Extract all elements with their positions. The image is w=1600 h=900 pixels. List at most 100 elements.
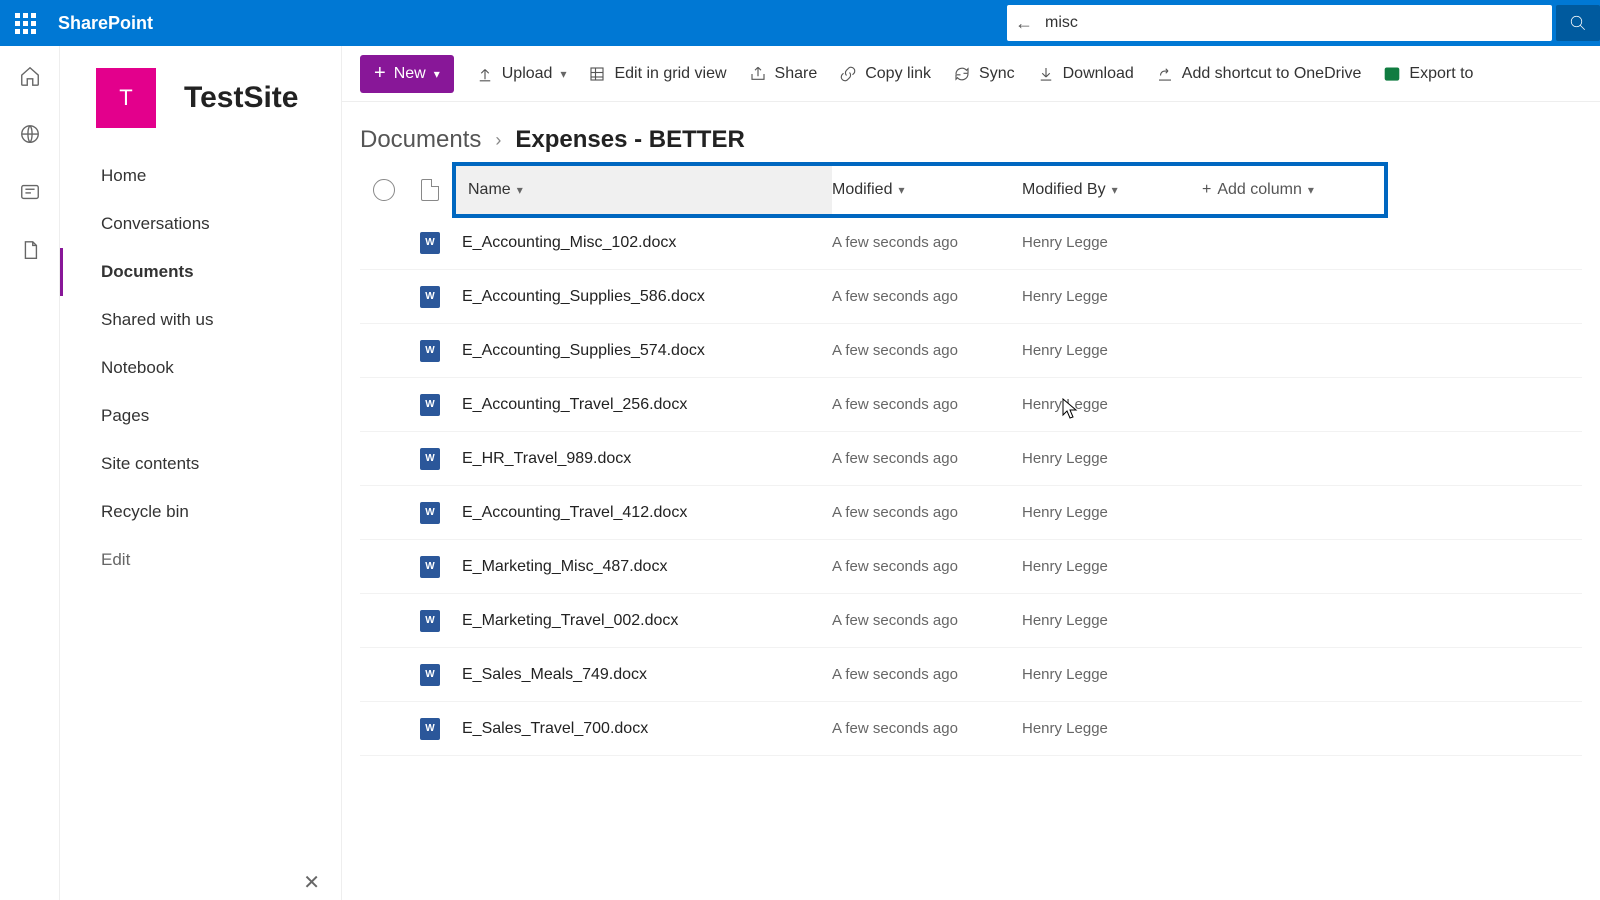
share-button[interactable]: Share [749, 65, 818, 83]
table-row[interactable]: E_Accounting_Misc_102.docxA few seconds … [360, 216, 1582, 270]
file-name[interactable]: E_Accounting_Supplies_574.docx [452, 342, 832, 360]
file-modified-by: Henry Legge [1022, 450, 1202, 467]
search-input[interactable] [1045, 14, 1544, 32]
word-icon [420, 448, 440, 470]
panel-close: ✕ [60, 870, 340, 900]
table-row[interactable]: E_Marketing_Misc_487.docxA few seconds a… [360, 540, 1582, 594]
chevron-right-icon: › [495, 130, 501, 151]
file-modified: A few seconds ago [832, 612, 1022, 629]
add-column-button[interactable]: + Add column ▾ [1202, 181, 1314, 199]
site-title[interactable]: TestSite [184, 81, 298, 115]
search-button[interactable] [1556, 5, 1600, 41]
file-name[interactable]: E_Marketing_Travel_002.docx [452, 612, 832, 630]
site-logo[interactable]: T [96, 68, 156, 128]
plus-icon: + [374, 62, 386, 85]
upload-label: Upload [502, 65, 553, 83]
shortcut-icon [1156, 65, 1174, 83]
nav-item-recycle-bin[interactable]: Recycle bin [60, 488, 341, 536]
close-icon[interactable]: ✕ [303, 870, 320, 900]
chevron-down-icon: ▾ [517, 183, 523, 197]
file-modified-by: Henry Legge [1022, 396, 1202, 413]
nav-item-pages[interactable]: Pages [60, 392, 341, 440]
chevron-down-icon: ▾ [434, 67, 440, 81]
rail-globe-button[interactable] [18, 122, 42, 146]
upload-button[interactable]: Upload ▾ [476, 65, 567, 83]
file-name[interactable]: E_Sales_Travel_700.docx [452, 720, 832, 738]
add-shortcut-button[interactable]: Add shortcut to OneDrive [1156, 65, 1362, 83]
table-row[interactable]: E_Sales_Travel_700.docxA few seconds ago… [360, 702, 1582, 756]
file-name[interactable]: E_HR_Travel_989.docx [452, 450, 832, 468]
rail-news-button[interactable] [18, 180, 42, 204]
search-back-icon[interactable]: ← [1015, 13, 1033, 34]
app-rail [0, 46, 60, 900]
nav-item-documents[interactable]: Documents [60, 248, 341, 296]
copy-link-button[interactable]: Copy link [839, 65, 931, 83]
chevron-down-icon: ▾ [560, 67, 566, 81]
column-type[interactable] [408, 179, 452, 201]
nav-item-notebook[interactable]: Notebook [60, 344, 341, 392]
table-row[interactable]: E_Accounting_Travel_256.docxA few second… [360, 378, 1582, 432]
file-name[interactable]: E_Marketing_Misc_487.docx [452, 558, 832, 576]
nav-item-conversations[interactable]: Conversations [60, 200, 341, 248]
table-row[interactable]: E_Sales_Meals_749.docxA few seconds agoH… [360, 648, 1582, 702]
nav-item-site-contents[interactable]: Site contents [60, 440, 341, 488]
table-row[interactable]: E_Accounting_Travel_412.docxA few second… [360, 486, 1582, 540]
link-icon [839, 65, 857, 83]
file-modified: A few seconds ago [832, 558, 1022, 575]
download-button[interactable]: Download [1037, 65, 1134, 83]
table-row[interactable]: E_Accounting_Supplies_574.docxA few seco… [360, 324, 1582, 378]
left-nav: T TestSite HomeConversationsDocumentsSha… [60, 46, 342, 900]
add-column-label: Add column [1217, 181, 1302, 199]
file-modified-by: Henry Legge [1022, 342, 1202, 359]
new-button[interactable]: + New ▾ [360, 55, 454, 93]
column-modified-label: Modified [832, 181, 892, 199]
nav-item-shared-with-us[interactable]: Shared with us [60, 296, 341, 344]
sync-button[interactable]: Sync [953, 65, 1015, 83]
table-row[interactable]: E_Marketing_Travel_002.docxA few seconds… [360, 594, 1582, 648]
word-icon [420, 502, 440, 524]
file-modified-by: Henry Legge [1022, 612, 1202, 629]
column-modified[interactable]: Modified ▾ [832, 181, 1022, 199]
file-modified: A few seconds ago [832, 504, 1022, 521]
word-icon [420, 232, 440, 254]
word-icon [420, 286, 440, 308]
table-row[interactable]: E_Accounting_Supplies_586.docxA few seco… [360, 270, 1582, 324]
svg-text:X: X [1390, 70, 1395, 79]
search-box[interactable]: ← [1007, 5, 1552, 41]
select-all[interactable] [360, 179, 408, 201]
word-icon [420, 718, 440, 740]
edit-grid-button[interactable]: Edit in grid view [588, 65, 726, 83]
circle-icon [373, 179, 395, 201]
table-row[interactable]: E_HR_Travel_989.docxA few seconds agoHen… [360, 432, 1582, 486]
file-name[interactable]: E_Accounting_Travel_412.docx [452, 504, 832, 522]
shortcut-label: Add shortcut to OneDrive [1182, 65, 1362, 83]
download-icon [1037, 65, 1055, 83]
column-name[interactable]: Name▾ [452, 164, 832, 216]
column-modified-by[interactable]: Modified By▾ [1022, 181, 1202, 199]
breadcrumb-root[interactable]: Documents [360, 126, 481, 154]
file-name[interactable]: E_Accounting_Travel_256.docx [452, 396, 832, 414]
brand-label[interactable]: SharePoint [58, 13, 153, 34]
nav-item-home[interactable]: Home [60, 152, 341, 200]
copy-link-label: Copy link [865, 65, 931, 83]
export-button[interactable]: X Export to [1383, 65, 1473, 83]
word-icon [420, 610, 440, 632]
site-header: T TestSite [60, 46, 341, 148]
document-icon [421, 179, 439, 201]
chevron-down-icon: ▾ [898, 183, 904, 197]
file-modified: A few seconds ago [832, 450, 1022, 467]
nav-item-edit[interactable]: Edit [60, 536, 341, 584]
top-bar: SharePoint ← [0, 0, 1600, 46]
rail-home-button[interactable] [18, 64, 42, 88]
file-modified-by: Henry Legge [1022, 720, 1202, 737]
file-name[interactable]: E_Accounting_Misc_102.docx [452, 234, 832, 252]
file-name[interactable]: E_Accounting_Supplies_586.docx [452, 288, 832, 306]
file-modified-by: Henry Legge [1022, 288, 1202, 305]
file-modified: A few seconds ago [832, 396, 1022, 413]
file-name[interactable]: E_Sales_Meals_749.docx [452, 666, 832, 684]
command-bar: + New ▾ Upload ▾ Edit in grid view Share… [342, 46, 1600, 102]
app-launcher-button[interactable] [0, 0, 50, 46]
rail-files-button[interactable] [18, 238, 42, 262]
file-modified: A few seconds ago [832, 342, 1022, 359]
edit-grid-label: Edit in grid view [614, 65, 726, 83]
